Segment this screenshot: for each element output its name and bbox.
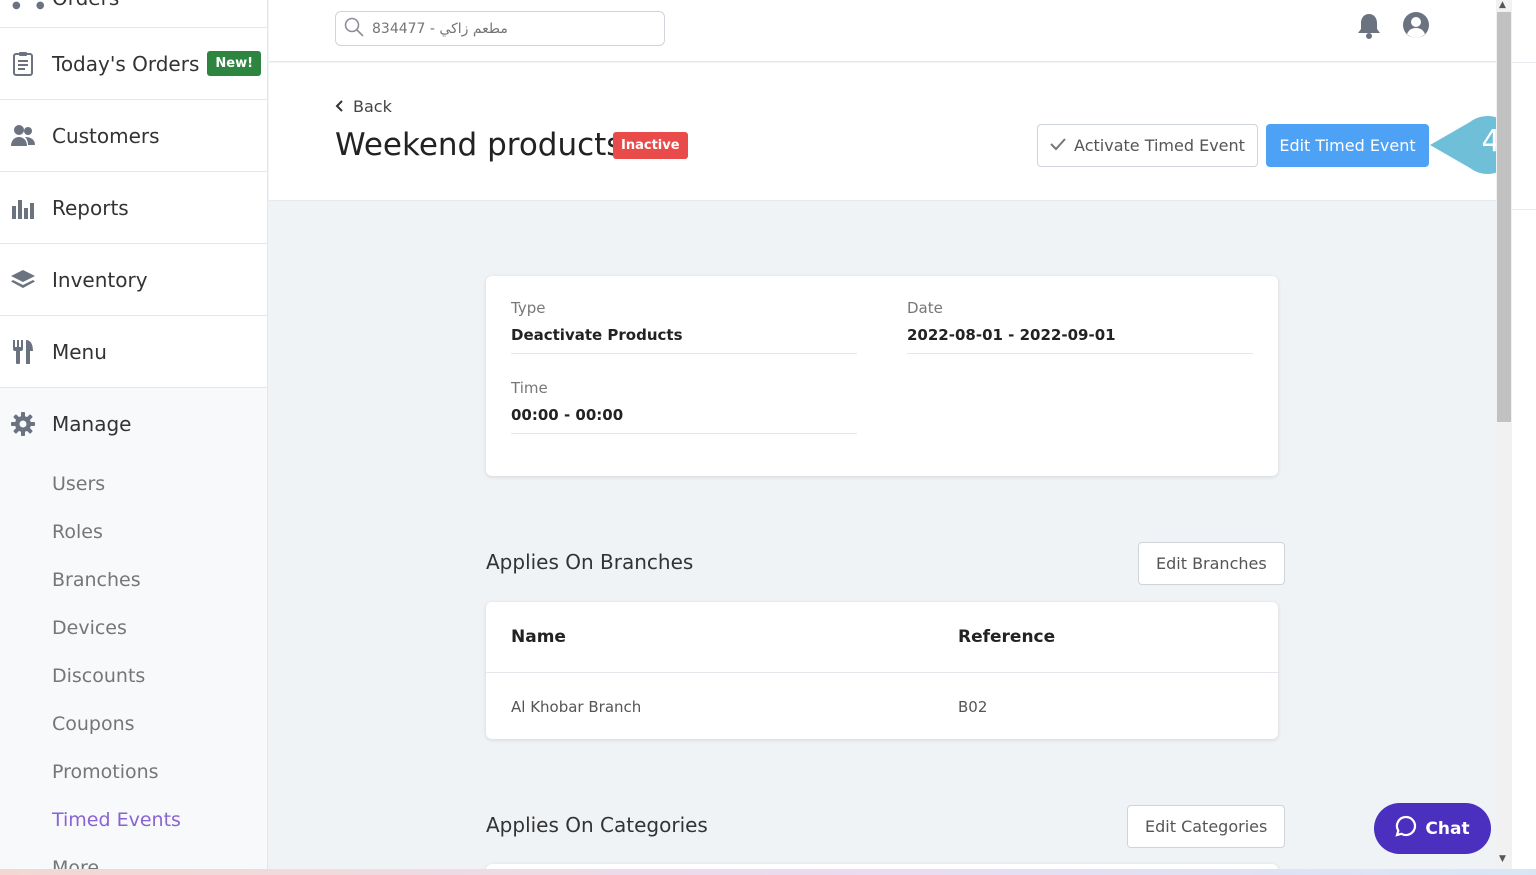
column-header-name: Name [511,627,566,647]
sidebar: ● ● Orders Today's Orders New! Customers… [0,0,268,875]
branches-table: Name Reference Al Khobar Branch B02 [486,602,1278,739]
time-field: Time 00:00 - 00:00 [511,379,857,434]
type-field: Type Deactivate Products [511,299,857,354]
orders-icon: ● ● [12,0,51,11]
sidebar-item-label: Reports [52,195,129,220]
column-header-reference: Reference [958,627,1056,647]
sidebar-subitem-discounts[interactable]: Discounts [0,652,267,700]
sidebar-subitem-promotions[interactable]: Promotions [0,748,267,796]
sidebar-item-reports[interactable]: Reports [0,172,267,244]
sidebar-item-menu[interactable]: Menu [0,316,267,388]
date-value: 2022-08-01 - 2022-09-01 [907,326,1116,344]
sidebar-item-orders[interactable]: ● ● Orders [0,0,267,28]
type-value: Deactivate Products [511,326,683,344]
cell-branch-name: Al Khobar Branch [511,698,642,716]
user-circle-icon[interactable] [1402,11,1430,43]
sidebar-subitem-users[interactable]: Users [0,460,267,508]
new-badge: New! [207,51,262,76]
top-bar [269,0,1496,62]
edit-categories-button[interactable]: Edit Categories [1127,805,1286,848]
back-label: Back [353,97,392,116]
sidebar-subitem-devices[interactable]: Devices [0,604,267,652]
edit-timed-event-button[interactable]: Edit Timed Event [1266,124,1429,167]
chevron-left-icon [335,97,345,116]
branches-section-title: Applies On Branches [486,550,694,574]
activate-timed-event-button[interactable]: Activate Timed Event [1037,124,1258,167]
layers-icon [10,267,36,293]
sidebar-item-customers[interactable]: Customers [0,100,267,172]
right-edge-panel [1512,62,1536,210]
scroll-down-arrow-icon[interactable]: ▼ [1499,854,1506,864]
date-label: Date [907,299,943,317]
chat-bubble-icon [1395,815,1417,842]
time-value: 00:00 - 00:00 [511,406,624,424]
customers-icon [10,123,36,149]
search-input[interactable] [372,20,652,37]
activate-label: Activate Timed Event [1074,136,1245,155]
check-icon [1050,136,1066,155]
sidebar-item-label: Menu [52,339,107,364]
search-box[interactable] [335,11,665,46]
sidebar-item-label: Today's Orders [52,51,200,76]
chat-button[interactable]: Chat [1374,803,1491,854]
time-label: Time [511,379,548,397]
clipboard-icon [10,51,36,77]
gear-icon [10,411,36,437]
back-link[interactable]: Back [335,97,392,116]
table-header: Name Reference [486,602,1278,673]
date-field: Date 2022-08-01 - 2022-09-01 [907,299,1253,354]
chat-label: Chat [1425,818,1470,839]
bar-chart-icon [10,195,36,221]
page-title: Weekend products [335,127,623,163]
sidebar-item-label: Orders [52,0,119,10]
sidebar-item-label: Customers [52,123,160,148]
sidebar-item-inventory[interactable]: Inventory [0,244,267,316]
type-label: Type [511,299,546,317]
bell-icon[interactable] [1356,12,1382,44]
details-card: Type Deactivate Products Date 2022-08-01… [486,276,1278,476]
sidebar-subitem-coupons[interactable]: Coupons [0,700,267,748]
page-header: Back Weekend products Inactive Activate … [269,63,1496,201]
scrollbar-thumb[interactable] [1497,12,1511,422]
edit-branches-button[interactable]: Edit Branches [1138,542,1285,585]
sidebar-item-todays-orders[interactable]: Today's Orders New! [0,28,267,100]
sidebar-section-manage[interactable]: Manage [0,388,267,460]
fork-knife-icon [10,339,36,365]
scroll-up-arrow-icon[interactable]: ▲ [1499,0,1506,10]
sidebar-item-label: Manage [52,412,132,436]
categories-section-title: Applies On Categories [486,813,708,837]
sidebar-subitem-timed-events[interactable]: Timed Events [0,796,267,844]
status-badge: Inactive [613,132,688,159]
sidebar-subitem-roles[interactable]: Roles [0,508,267,556]
search-icon [344,17,364,41]
sidebar-subitem-branches[interactable]: Branches [0,556,267,604]
sidebar-item-label: Inventory [52,267,148,292]
cell-branch-reference: B02 [958,698,988,716]
bottom-strip [0,869,1536,875]
